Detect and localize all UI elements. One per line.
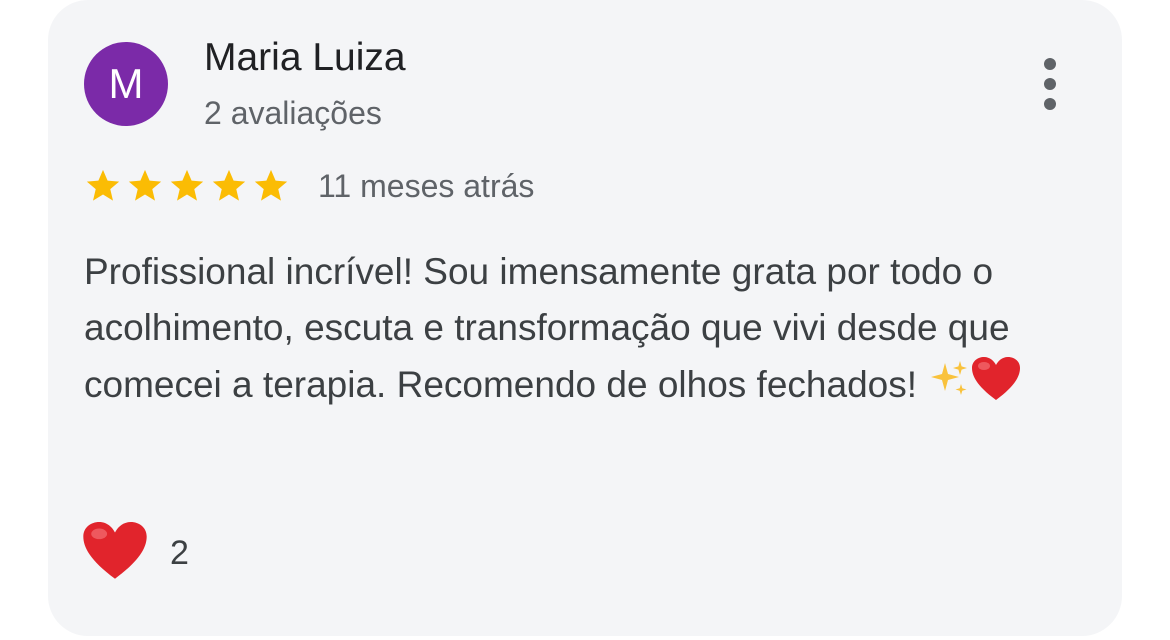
star-icon [212,169,246,201]
star-rating [84,167,294,205]
review-text: Profissional incrível! Sou imensamente g… [84,244,1094,418]
author-name[interactable]: Maria Luiza [204,36,406,80]
rating-row: 11 meses atrás [84,164,534,208]
sparkles-icon [927,357,971,417]
red-heart-icon[interactable] [82,520,148,587]
review-card: M Maria Luiza 2 avaliações 11 meses atrá… [48,0,1122,636]
star-icon [128,169,162,201]
star-icon [86,169,120,201]
avatar[interactable]: M [84,42,168,126]
author-review-count: 2 avaliações [204,95,382,131]
more-vert-icon [1044,58,1056,70]
review-body: Profissional incrível! Sou imensamente g… [84,251,1010,405]
avatar-initial: M [108,60,144,107]
red-heart-icon [971,356,1021,418]
more-vert-icon-dot [1044,78,1056,90]
star-icon [254,169,288,201]
star-icon [170,169,204,201]
reaction-count: 2 [170,533,189,572]
more-options-button[interactable] [1028,54,1072,114]
review-date: 11 meses atrás [318,168,535,204]
reaction-row[interactable]: 2 [82,518,189,588]
more-vert-icon-dot [1044,98,1056,110]
